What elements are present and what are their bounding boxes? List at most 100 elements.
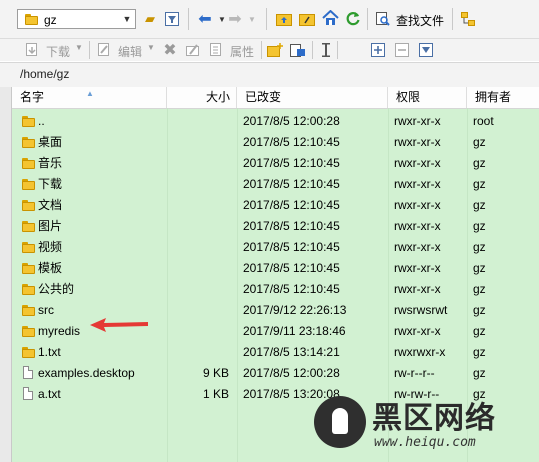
file-permissions: rwxrwxr-x — [394, 345, 446, 359]
file-owner: gz — [473, 177, 486, 191]
file-name: src — [38, 303, 54, 317]
chevron-down-icon[interactable]: ▼ — [121, 12, 133, 26]
file-name: .. — [38, 114, 45, 128]
back-arrow-icon[interactable]: ⬅ — [196, 10, 214, 28]
file-name: a.txt — [38, 387, 61, 401]
toolbar-separator — [337, 41, 338, 59]
watermark-logo-icon — [314, 396, 366, 448]
file-modified: 2017/8/5 12:00:28 — [243, 366, 340, 380]
file-row[interactable]: 模板 2017/8/5 12:10:45 rwxr-xr-x gz — [12, 258, 539, 279]
home-icon[interactable] — [321, 9, 339, 27]
toolbar-separator — [261, 41, 262, 59]
edit-icon[interactable] — [95, 41, 113, 59]
file-name: myredis — [38, 324, 81, 338]
refresh-icon[interactable] — [344, 9, 362, 27]
forward-dropdown-icon[interactable]: ▼ — [243, 10, 261, 28]
column-header-name[interactable]: 名字 ▲ — [12, 87, 167, 108]
search-icon[interactable] — [374, 10, 392, 28]
file-name: 桌面 — [38, 135, 63, 149]
file-modified: 2017/8/5 12:00:28 — [243, 114, 340, 128]
file-permissions: rwxr-xr-x — [394, 156, 441, 170]
file-permissions: rwxr-xr-x — [394, 198, 441, 212]
folder-icon — [22, 158, 35, 169]
edit-button[interactable]: 编辑 — [118, 43, 142, 60]
file-size — [167, 342, 229, 363]
file-size — [167, 174, 229, 195]
file-modified: 2017/8/5 13:14:21 — [243, 345, 340, 359]
watermark-title: 黑区网络 — [372, 401, 496, 436]
root-folder-icon[interactable] — [298, 10, 316, 28]
column-name-label: 名字 — [20, 90, 45, 104]
parent-folder-icon — [22, 116, 35, 127]
file-size — [167, 111, 229, 132]
column-header-permissions[interactable]: 权限 — [388, 87, 467, 108]
toolbar-separator — [367, 8, 368, 30]
properties-icon[interactable] — [207, 41, 225, 59]
download-button[interactable]: 下载 — [46, 43, 70, 60]
toolbar-separator — [188, 8, 189, 30]
new-file-icon[interactable] — [289, 41, 307, 59]
properties-button[interactable]: 属性 — [230, 43, 254, 60]
file-owner: gz — [473, 219, 486, 233]
edit-dropdown-icon[interactable]: ▼ — [147, 43, 155, 52]
download-dropdown-icon[interactable]: ▼ — [75, 43, 83, 52]
folder-icon — [22, 305, 35, 316]
file-row[interactable]: 音乐 2017/8/5 12:10:45 rwxr-xr-x gz — [12, 153, 539, 174]
file-icon — [23, 387, 33, 400]
file-row[interactable]: 1.txt 2017/8/5 13:14:21 rwxrwxr-x gz — [12, 342, 539, 363]
parent-folder-icon[interactable] — [275, 10, 293, 28]
column-size-label: 大小 — [205, 90, 230, 104]
toolbar-separator — [89, 41, 90, 59]
download-icon[interactable] — [23, 41, 41, 59]
column-permissions-label: 权限 — [396, 90, 421, 104]
location-combo[interactable]: gz ▼ — [17, 9, 136, 29]
file-size — [167, 216, 229, 237]
file-row[interactable]: 下载 2017/8/5 12:10:45 rwxr-xr-x gz — [12, 174, 539, 195]
annotation-arrow — [90, 318, 148, 332]
filter-select-icon[interactable] — [417, 41, 435, 59]
file-modified: 2017/8/5 12:10:45 — [243, 219, 340, 233]
rename-icon[interactable] — [184, 41, 202, 59]
watermark-url: www.heiqu.com — [374, 435, 476, 450]
toolbar-separator — [452, 8, 453, 30]
filter-icon[interactable] — [163, 10, 181, 28]
file-modified: 2017/8/5 12:10:45 — [243, 240, 340, 254]
tree-view-icon[interactable] — [459, 10, 477, 28]
open-folder-icon[interactable]: ▰ — [141, 10, 159, 28]
file-modified: 2017/8/5 12:10:45 — [243, 177, 340, 191]
cut-icon[interactable] — [317, 41, 335, 59]
sort-ascending-icon: ▲ — [86, 89, 94, 98]
file-name: 图片 — [38, 219, 63, 233]
file-size — [167, 132, 229, 153]
path-bar[interactable]: /home/gz — [0, 62, 539, 87]
collapse-all-icon[interactable] — [393, 41, 411, 59]
file-name: 音乐 — [38, 156, 63, 170]
column-header-size[interactable]: 大小 — [167, 87, 237, 108]
file-owner: gz — [473, 156, 486, 170]
file-row[interactable]: 桌面 2017/8/5 12:10:45 rwxr-xr-x gz — [12, 132, 539, 153]
file-owner: gz — [473, 324, 486, 338]
folder-icon — [22, 347, 35, 358]
file-modified: 2017/8/5 12:10:45 — [243, 135, 340, 149]
expand-all-icon[interactable] — [369, 41, 387, 59]
file-row[interactable]: .. 2017/8/5 12:00:28 rwxr-xr-x root — [12, 111, 539, 132]
column-header-modified[interactable]: 已改变 — [237, 87, 388, 108]
file-modified: 2017/9/12 22:26:13 — [243, 303, 347, 317]
delete-icon[interactable]: ✖ — [161, 41, 179, 59]
file-row[interactable]: 视频 2017/8/5 12:10:45 rwxr-xr-x gz — [12, 237, 539, 258]
file-name: 文档 — [38, 198, 63, 212]
file-row[interactable]: examples.desktop 9 KB 2017/8/5 12:00:28 rw-… — [12, 363, 539, 384]
file-row[interactable]: 文档 2017/8/5 12:10:45 rwxr-xr-x gz — [12, 195, 539, 216]
forward-arrow-icon[interactable]: ➡ — [226, 10, 244, 28]
column-header-owner[interactable]: 拥有者 — [467, 87, 539, 108]
main-toolbar: gz ▼ ▰ ⬅ ▼ ➡ ▼ 查找文件 — [0, 0, 539, 39]
file-size: 1 KB — [202, 387, 229, 401]
file-modified: 2017/8/5 12:10:45 — [243, 156, 340, 170]
file-size: 9 KB — [202, 366, 229, 380]
file-owner: gz — [473, 303, 486, 317]
location-value: gz — [44, 13, 57, 27]
file-row[interactable]: 图片 2017/8/5 12:10:45 rwxr-xr-x gz — [12, 216, 539, 237]
find-files-button[interactable]: 查找文件 — [396, 12, 444, 29]
new-folder-icon[interactable] — [266, 41, 284, 59]
file-row[interactable]: 公共的 2017/8/5 12:10:45 rwxr-xr-x gz — [12, 279, 539, 300]
